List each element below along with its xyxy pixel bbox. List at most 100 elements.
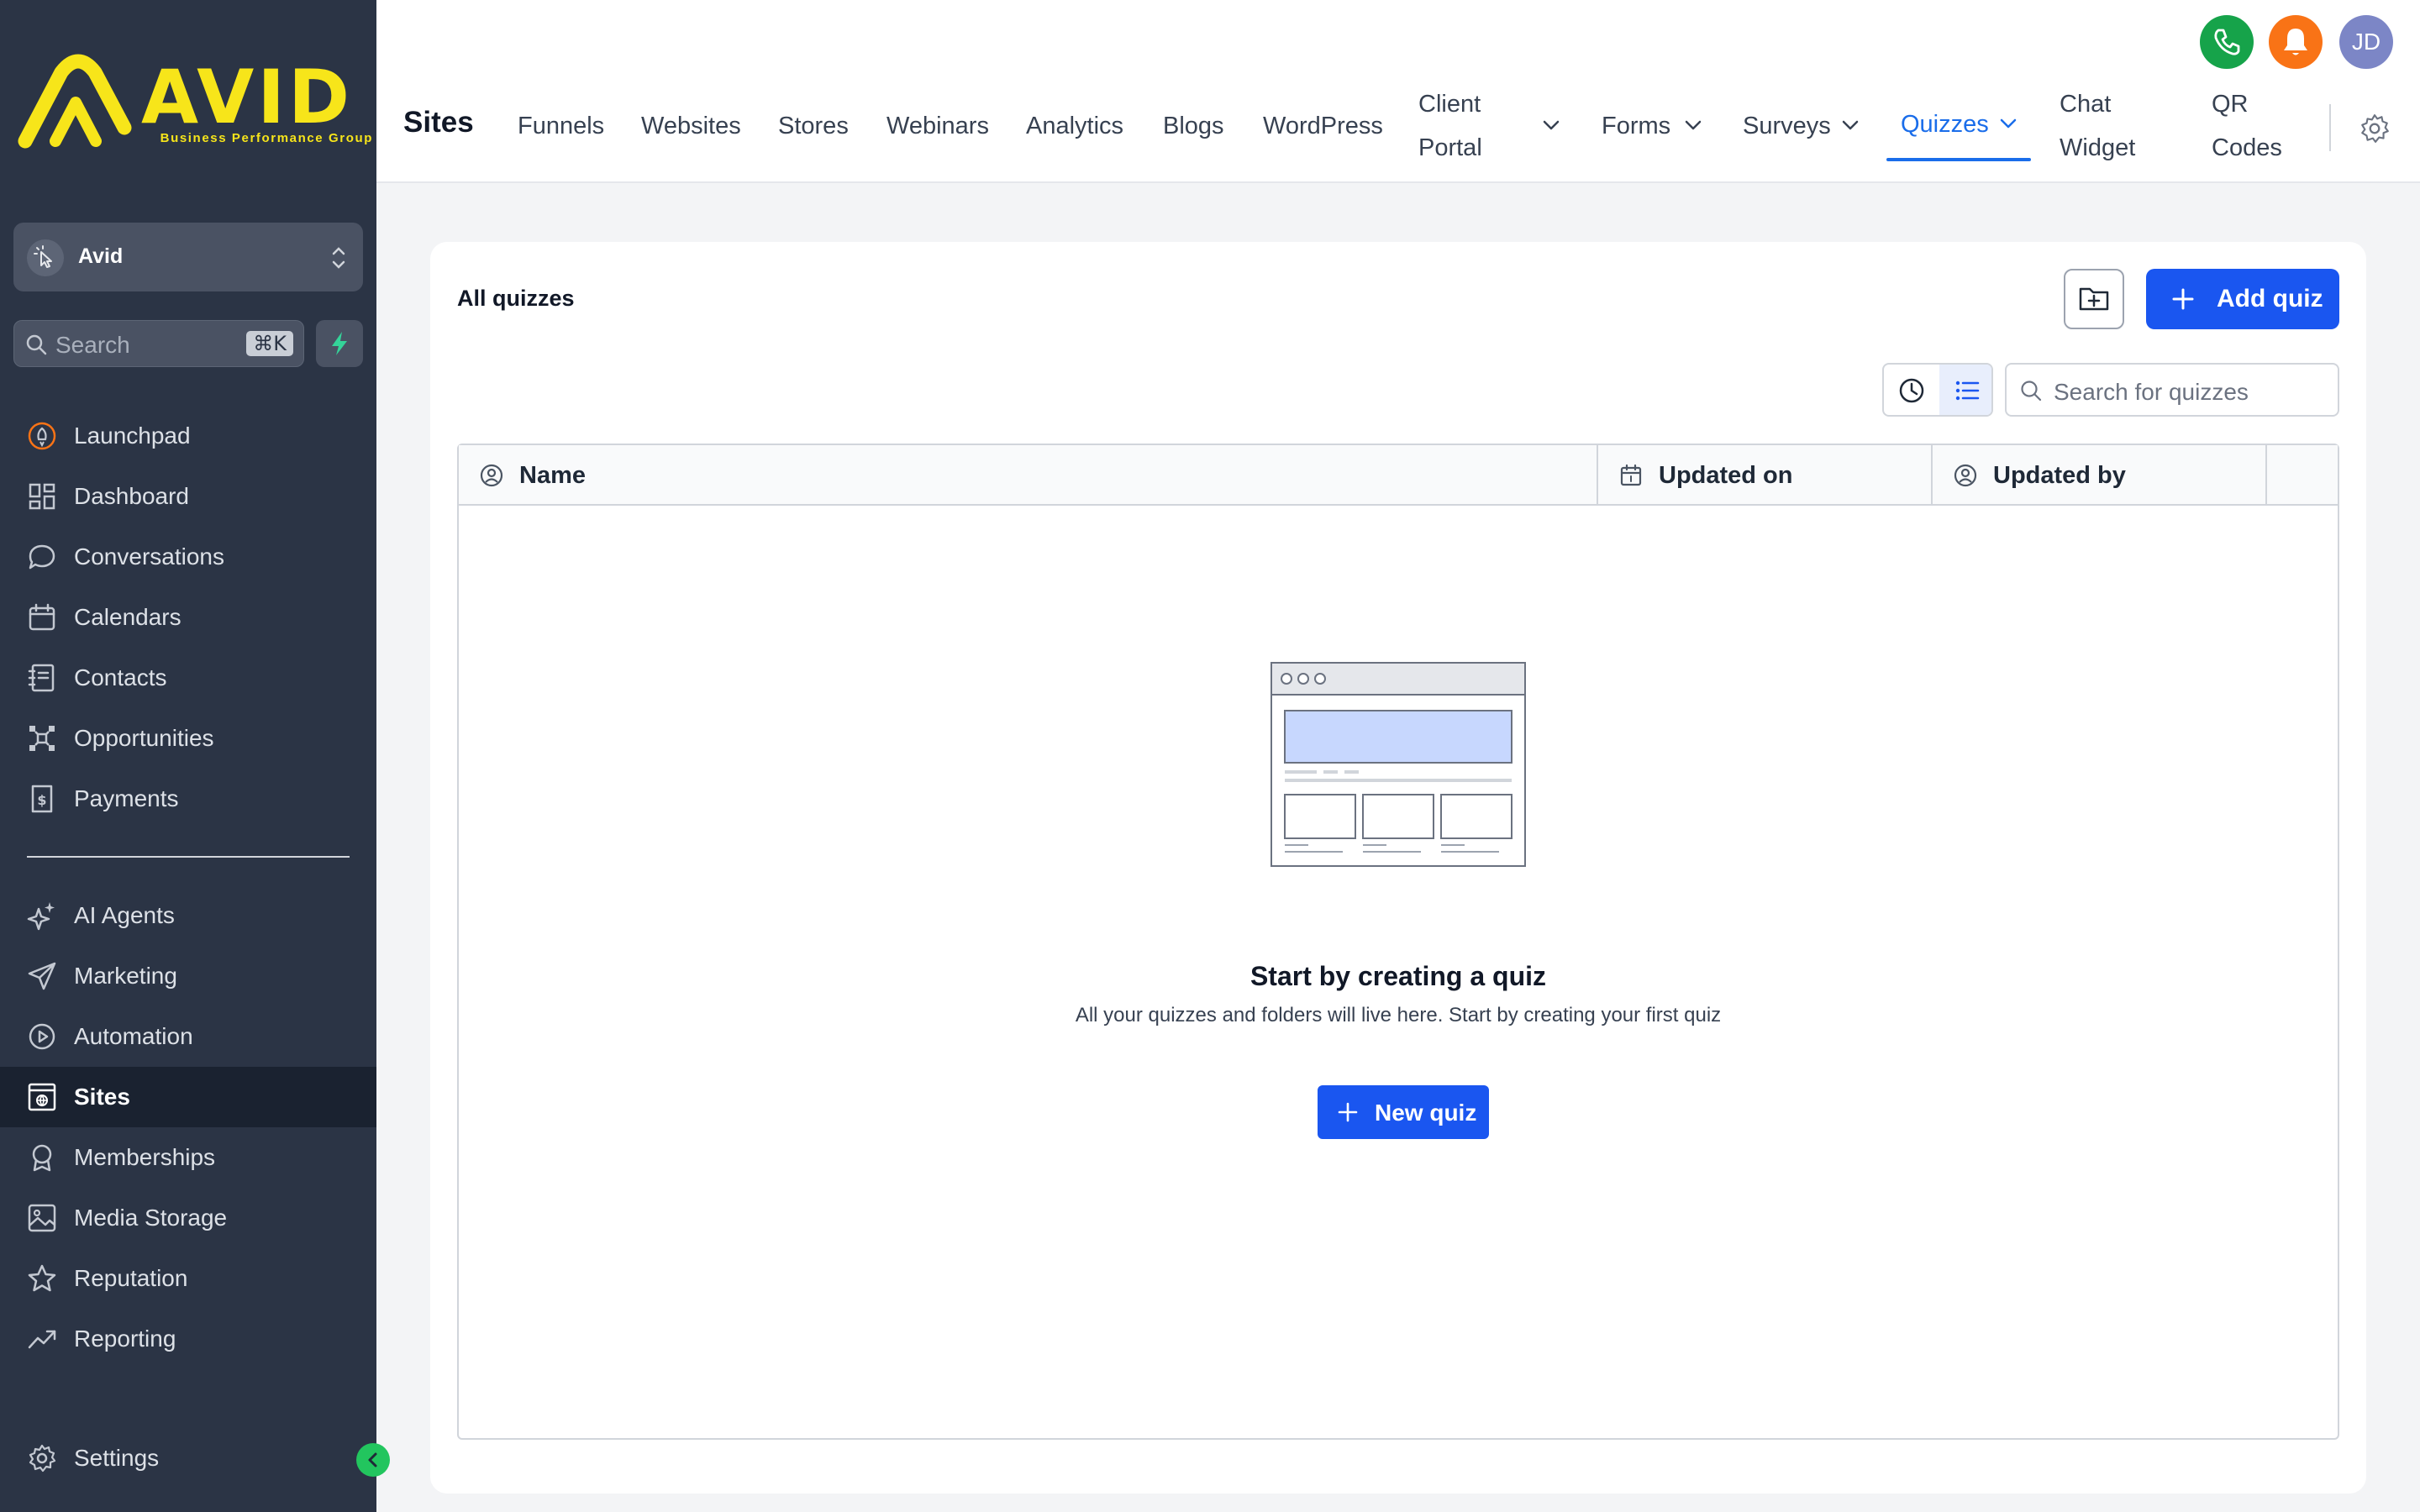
tab-wordpress[interactable]: WordPress <box>1263 104 1383 148</box>
column-label: Name <box>519 462 586 489</box>
section-title: All quizzes <box>457 286 575 311</box>
sidebar-item-label: Memberships <box>74 1144 216 1170</box>
tab-label-line2: Codes <box>2212 134 2282 161</box>
sidebar-item-label: Calendars <box>74 604 182 630</box>
sidebar-item-media-storage[interactable]: Media Storage <box>0 1188 376 1248</box>
tab-label-line2: Widget <box>2060 134 2136 161</box>
folder-plus-icon <box>2079 287 2109 311</box>
tab-label-line2: Portal <box>1418 134 1482 161</box>
view-toggle <box>1882 363 1993 417</box>
sidebar-item-label: Media Storage <box>74 1205 228 1231</box>
sidebar-item-ai-agents[interactable]: AI Agents <box>0 885 376 946</box>
sidebar-item-dashboard[interactable]: Dashboard <box>0 466 376 527</box>
account-switcher[interactable]: Avid <box>13 223 363 291</box>
tab-chat-widget[interactable]: Chat Widget <box>2060 82 2135 170</box>
sidebar-item-label: Conversations <box>74 543 224 570</box>
tab-client-portal[interactable]: Client Portal <box>1418 82 1482 170</box>
logo-subtitle: Business Performance Group <box>160 131 373 145</box>
sidebar-item-label: Settings <box>74 1445 160 1471</box>
sidebar-item-label: Sites <box>74 1084 130 1110</box>
list-view-button[interactable] <box>1939 365 1991 415</box>
column-header-name[interactable]: Name <box>459 445 1597 504</box>
search-icon <box>2021 381 2042 402</box>
tab-label-line1: Client <box>1418 91 1481 118</box>
notifications-button[interactable] <box>2269 15 2323 69</box>
tab-webinars[interactable]: Webinars <box>886 104 989 148</box>
add-quiz-button[interactable]: Add quiz <box>2146 269 2339 329</box>
active-tab-indicator <box>1886 158 2031 161</box>
svg-text:$: $ <box>37 792 46 808</box>
sidebar-item-calendars[interactable]: Calendars <box>0 587 376 648</box>
sidebar-item-marketing[interactable]: Marketing <box>0 946 376 1006</box>
new-folder-button[interactable] <box>2064 269 2124 329</box>
sidebar-item-label: Launchpad <box>74 423 191 449</box>
tab-qr-codes[interactable]: QR Codes <box>2212 82 2282 170</box>
column-header-updated-by[interactable]: Updated by <box>1933 445 2265 504</box>
sidebar-item-payments[interactable]: $ Payments <box>0 769 376 829</box>
sidebar-item-label: Reputation <box>74 1265 188 1291</box>
tab-funnels[interactable]: Funnels <box>518 104 604 148</box>
empty-state-description: All your quizzes and folders will live h… <box>1075 1004 1722 1026</box>
tab-label-line1: QR <box>2212 91 2249 118</box>
empty-state-illustration <box>1270 662 1526 867</box>
sidebar-item-label: Reporting <box>74 1326 176 1352</box>
chevron-down-icon[interactable] <box>1839 114 1861 136</box>
chevron-down-icon[interactable] <box>1540 114 1562 136</box>
calendar-icon <box>1620 464 1642 486</box>
top-bar: Sites Funnels Websites Stores Webinars A… <box>376 0 2420 183</box>
chevron-down-icon[interactable] <box>1682 114 1704 136</box>
sidebar-item-reporting[interactable]: Reporting <box>0 1309 376 1369</box>
tab-quizzes[interactable]: Quizzes <box>1901 102 1989 146</box>
account-name: Avid <box>78 244 124 268</box>
tab-blogs[interactable]: Blogs <box>1163 104 1224 148</box>
logo-word: AVID <box>141 54 354 140</box>
chevron-left-icon <box>368 1452 377 1467</box>
empty-state-title: Start by creating a quiz <box>1249 961 1547 991</box>
rocket-icon <box>28 422 56 450</box>
sidebar-search[interactable]: Search ⌘K <box>13 320 304 367</box>
sidebar-item-settings[interactable]: Settings <box>0 1428 376 1488</box>
quiz-search-input[interactable]: Search for quizzes <box>2005 363 2339 417</box>
star-icon <box>28 1264 56 1292</box>
globe-window-icon <box>28 1083 56 1111</box>
tabs-separator <box>2329 104 2331 151</box>
brand-logo[interactable]: AVID Business Performance Group <box>15 54 371 155</box>
sidebar-item-launchpad[interactable]: Launchpad <box>0 406 376 466</box>
tab-stores[interactable]: Stores <box>778 104 849 148</box>
lightning-icon <box>332 332 347 355</box>
user-avatar[interactable]: JD <box>2339 15 2393 69</box>
sidebar-collapse-button[interactable] <box>356 1443 390 1477</box>
add-quiz-label: Add quiz <box>2217 285 2323 312</box>
tab-websites[interactable]: Websites <box>641 104 741 148</box>
bell-icon <box>2284 29 2307 55</box>
chevron-down-icon[interactable] <box>1997 113 2019 134</box>
new-quiz-button[interactable]: New quiz <box>1318 1085 1489 1139</box>
chevron-up-down-icon <box>332 247 345 269</box>
grid-icon <box>29 483 55 510</box>
quick-actions-button[interactable] <box>316 320 363 367</box>
column-header-updated-on[interactable]: Updated on <box>1598 445 1931 504</box>
send-icon <box>28 962 56 990</box>
user-circle-icon <box>1954 464 1977 487</box>
sidebar-item-label: Payments <box>74 785 179 811</box>
sidebar-item-memberships[interactable]: Memberships <box>0 1127 376 1188</box>
sidebar-item-contacts[interactable]: Contacts <box>0 648 376 708</box>
sidebar-item-sites[interactable]: Sites <box>0 1067 376 1127</box>
sidebar-item-label: Marketing <box>74 963 177 989</box>
search-shortcut-badge: ⌘K <box>246 331 293 356</box>
tab-forms[interactable]: Forms <box>1602 104 1670 148</box>
tab-analytics[interactable]: Analytics <box>1026 104 1123 148</box>
sidebar-item-conversations[interactable]: Conversations <box>0 527 376 587</box>
calendar-icon <box>29 603 55 631</box>
sidebar-item-label: Contacts <box>74 664 167 690</box>
sidebar-item-automation[interactable]: Automation <box>0 1006 376 1067</box>
tab-surveys[interactable]: Surveys <box>1743 104 1831 148</box>
tab-label-line1: Chat <box>2060 91 2112 118</box>
gear-icon[interactable] <box>2359 113 2391 144</box>
phone-button[interactable] <box>2200 15 2254 69</box>
phone-icon <box>2214 29 2240 55</box>
recent-view-button[interactable] <box>1884 365 1939 415</box>
column-divider <box>2265 445 2267 504</box>
sidebar-item-opportunities[interactable]: Opportunities <box>0 708 376 769</box>
sidebar-item-reputation[interactable]: Reputation <box>0 1248 376 1309</box>
